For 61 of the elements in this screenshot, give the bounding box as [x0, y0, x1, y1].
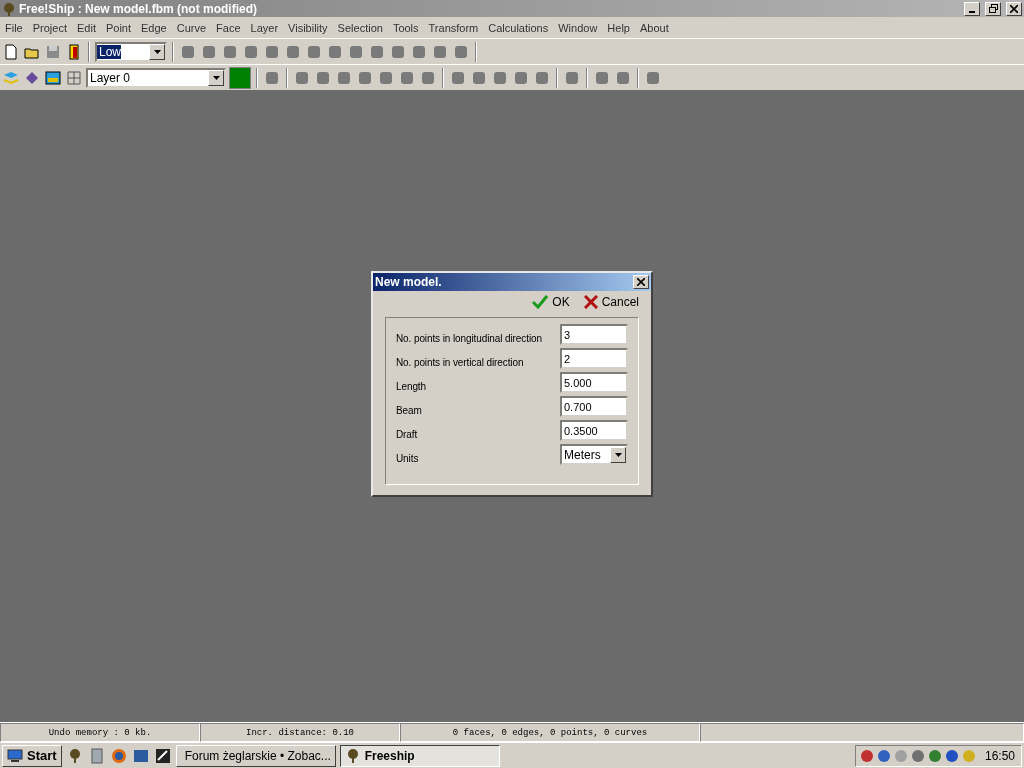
cancel-button[interactable]: Cancel — [581, 295, 641, 309]
dropdown-arrow-icon — [614, 452, 622, 457]
dropdown-arrow-icon — [153, 49, 161, 54]
status-text: 0 faces, 0 edges, 0 points, 0 curves — [400, 723, 700, 742]
field-label: No. points in vertical direction — [396, 357, 525, 369]
field-label: Units — [396, 453, 420, 465]
ok-button[interactable]: OK — [530, 295, 572, 309]
field-label: Draft — [396, 429, 419, 441]
start-button[interactable]: Start — [2, 744, 62, 767]
input-field[interactable]: 5.000 — [560, 372, 628, 393]
precision-select[interactable]: Low — [95, 41, 167, 62]
input-field[interactable]: 0.700 — [560, 396, 628, 417]
new-file-icon[interactable] — [2, 42, 20, 61]
menu-item[interactable]: Selection — [332, 21, 388, 34]
window-title: Free!Ship : New model.fbm (not modified) — [19, 1, 258, 16]
close-button[interactable] — [633, 275, 649, 289]
units-select[interactable]: Meters — [560, 444, 628, 465]
check-icon — [532, 295, 549, 309]
restore-icon — [988, 4, 998, 13]
dialog-title: New model. — [375, 275, 443, 289]
status-text: Incr. distance: 0.10 — [200, 723, 400, 742]
layer-panel-icon[interactable] — [44, 68, 62, 87]
menu-item[interactable]: Edge — [136, 21, 172, 34]
field-label: Length — [396, 381, 427, 393]
input-field[interactable]: 0.3500 — [560, 420, 628, 441]
close-icon — [637, 278, 645, 286]
minimize-button[interactable] — [964, 1, 980, 16]
close-icon — [1010, 4, 1018, 13]
menu-item[interactable]: Visibility — [283, 21, 333, 34]
minimize-icon — [969, 10, 975, 13]
input-field[interactable]: 3 — [560, 324, 628, 345]
menu-item[interactable]: About — [634, 21, 674, 34]
menu-item[interactable]: Point — [100, 21, 137, 34]
menu-item[interactable]: Layer — [245, 21, 284, 34]
input-field[interactable]: 2 — [560, 348, 628, 369]
field-label: Beam — [396, 405, 423, 417]
taskbar-button[interactable]: Forum żeglarskie • Zobac... — [175, 744, 336, 767]
menu-item[interactable]: Window — [553, 21, 603, 34]
restore-button[interactable] — [985, 1, 1001, 16]
circle-icon[interactable] — [944, 748, 959, 763]
field-label: No. points in longitudinal direction — [396, 333, 543, 345]
x-icon — [583, 295, 598, 309]
status-text: Undo memory : 0 kb. — [0, 723, 200, 742]
close-button[interactable] — [1006, 1, 1022, 16]
menu-item[interactable]: Curve — [171, 21, 212, 34]
dropdown-arrow-icon — [212, 75, 220, 80]
menu-item[interactable]: Edit — [72, 21, 101, 34]
menu-item[interactable]: Calculations — [483, 21, 554, 34]
menu-item[interactable]: File — [0, 21, 28, 34]
browser-icon[interactable] — [109, 746, 128, 765]
computer-icon — [7, 748, 23, 763]
layer-select[interactable]: Layer 0 — [86, 67, 226, 88]
menu-item[interactable]: Help — [602, 21, 635, 34]
tool-icon[interactable] — [153, 746, 172, 765]
menu-item[interactable]: Project — [27, 21, 72, 34]
menu-item[interactable]: Tools — [387, 21, 424, 34]
taskbar-button[interactable]: Freeship — [339, 744, 500, 767]
layer-color-swatch[interactable] — [229, 66, 251, 89]
menu-item[interactable]: Transform — [423, 21, 484, 34]
menu-item[interactable]: Face — [211, 21, 246, 34]
clock: 16:50 — [984, 748, 1015, 763]
